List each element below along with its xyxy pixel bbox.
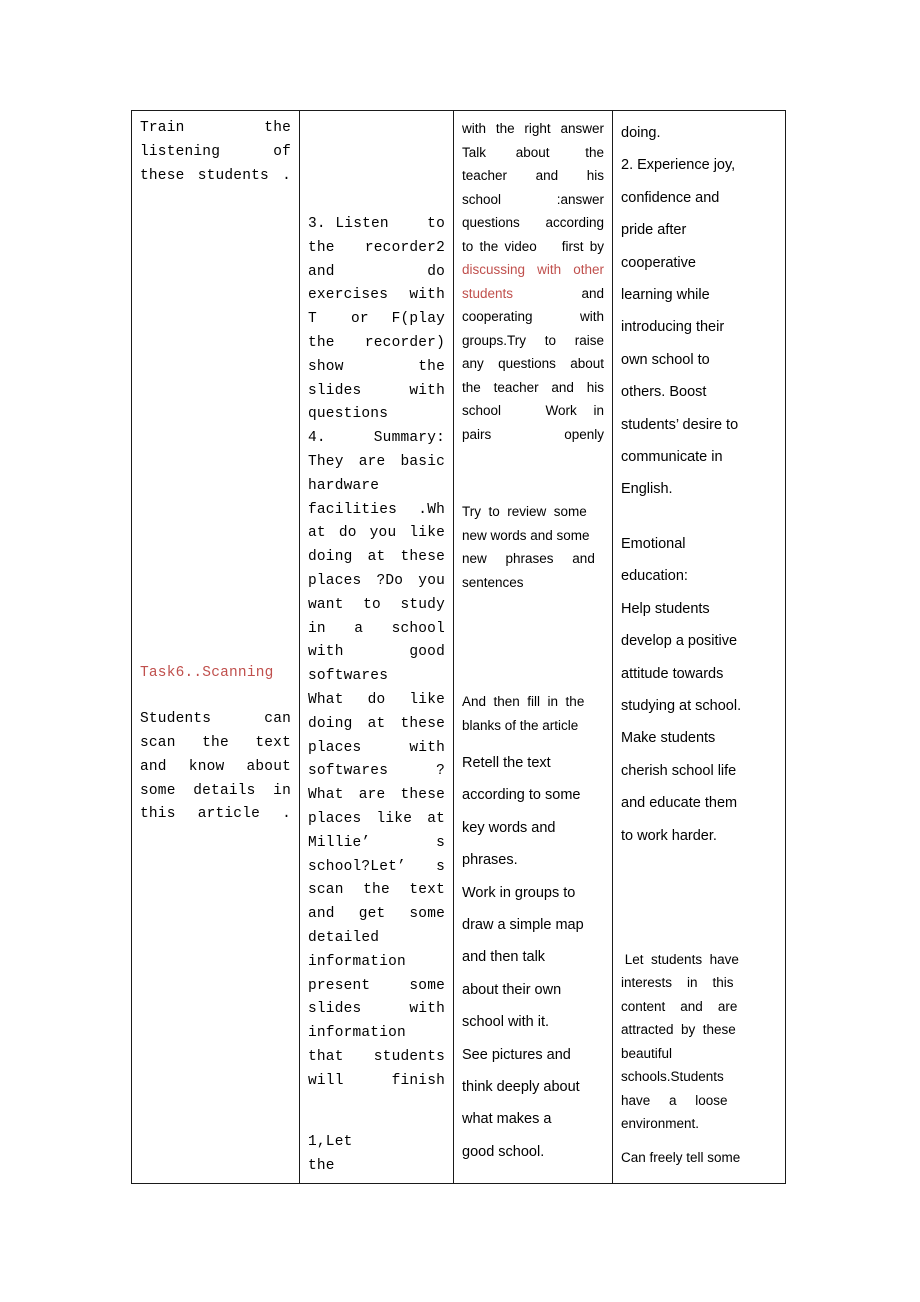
col4-gap-3 [621, 1136, 777, 1146]
col2-bottom-gap [308, 1093, 445, 1131]
col3-gap-1 [462, 446, 604, 500]
talk-about-teacher-text-part2: and cooperating with groups.Try to raise… [462, 285, 604, 442]
col1-heading-gap [140, 686, 291, 708]
talk-about-teacher-paragraph: with the right answer Talk about the tea… [462, 117, 604, 446]
student-activity-content: with the right answer Talk about the tea… [455, 112, 612, 1173]
document-page: Train the listening of these students . … [0, 0, 920, 1302]
let-students-have-interests-paragraph: Let students have interests in this cont… [621, 951, 739, 1132]
col3-gap-3 [462, 737, 604, 747]
teacher-activity-cell: Train the listening of these students . … [131, 109, 300, 1185]
can-freely-tell-line: Can freely tell some [621, 1149, 741, 1165]
let-the-line: 1,Let the [308, 1134, 424, 1175]
table-row: Train the listening of these students . … [131, 109, 786, 1185]
listen-summary-paragraph: 3. Listen to the recorder2 and do exerci… [308, 216, 445, 1089]
task6-scanning-heading: Task6..Scanning [140, 665, 274, 682]
train-listening-paragraph: Train the listening of these students . [140, 120, 291, 184]
student-activity-cell: with the right answer Talk about the tea… [453, 109, 613, 1185]
col4-gap-1 [621, 506, 777, 528]
aims-cell: doing. 2. Experience joy, confidence and… [612, 109, 786, 1185]
fill-blanks-paragraph: And then fill in the blanks of the artic… [462, 694, 585, 733]
col1-vertical-gap [140, 188, 291, 662]
col2-top-gap [308, 117, 445, 213]
aims-content: doing. 2. Experience joy, confidence and… [614, 112, 785, 1174]
col3-gap-2 [462, 594, 604, 690]
col4-gap-2 [621, 852, 777, 948]
review-words-paragraph: Try to review some new words and some ne… [462, 504, 595, 590]
teacher-activity-content: Train the listening of these students . … [133, 112, 299, 832]
steps-content: 3. Listen to the recorder2 and do exerci… [301, 112, 453, 1183]
lesson-plan-table: Train the listening of these students . … [131, 109, 786, 1185]
talk-about-teacher-text-part1: with the right answer Talk about the tea… [462, 121, 604, 254]
retell-text-paragraph: Retell the text according to some key wo… [462, 755, 584, 1160]
emotional-education-paragraph: Emotional education: Help students devel… [621, 535, 742, 844]
experience-joy-paragraph: doing. 2. Experience joy, confidence and… [621, 125, 739, 498]
students-scan-paragraph: Students can scan the text and know abou… [140, 711, 291, 823]
steps-cell: 3. Listen to the recorder2 and do exerci… [299, 109, 454, 1185]
